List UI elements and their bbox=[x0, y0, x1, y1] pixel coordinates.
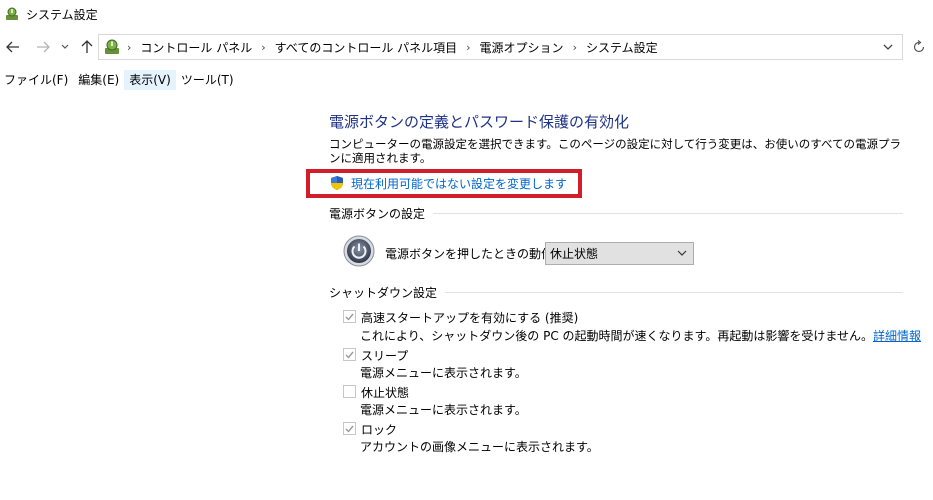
refresh-button[interactable] bbox=[905, 34, 933, 60]
fast-startup-label: 高速スタートアップを有効にする (推奨) bbox=[361, 311, 579, 325]
chevron-down-icon bbox=[676, 246, 688, 260]
recent-locations-button[interactable] bbox=[58, 37, 72, 57]
back-button[interactable] bbox=[4, 37, 22, 57]
arrow-up-icon bbox=[81, 40, 93, 53]
menu-edit[interactable]: 編集(E) bbox=[73, 70, 124, 90]
checkmark-icon bbox=[345, 313, 354, 321]
refresh-icon bbox=[913, 40, 925, 53]
menu-bar: ファイル(F) 編集(E) 表示(V) ツール(T) bbox=[0, 70, 933, 90]
shutdown-section-header: シャットダウン設定 bbox=[329, 284, 903, 300]
power-button-icon bbox=[343, 235, 375, 267]
details-link[interactable]: 詳細情報 bbox=[873, 329, 921, 343]
power-options-icon bbox=[105, 39, 119, 54]
shutdown-section-label: シャットダウン設定 bbox=[329, 285, 438, 300]
window-title: システム設定 bbox=[26, 7, 98, 22]
address-dropdown-button[interactable] bbox=[880, 39, 896, 55]
sleep-checkbox[interactable] bbox=[343, 348, 356, 361]
breadcrumb-system-settings[interactable]: システム設定 bbox=[586, 39, 658, 56]
section-divider bbox=[433, 212, 903, 214]
main-content: 電源ボタンの定義とパスワード保護の有効化 コンピューターの電源設定を選択できます… bbox=[0, 95, 933, 500]
title-bar: システム設定 bbox=[0, 0, 933, 28]
power-button-section-header: 電源ボタンの設定 bbox=[329, 205, 903, 221]
forward-button[interactable] bbox=[34, 37, 52, 57]
lock-label: ロック bbox=[361, 423, 398, 437]
chevron-right-icon[interactable]: › bbox=[573, 41, 577, 54]
power-options-icon bbox=[6, 7, 18, 20]
lock-checkbox[interactable] bbox=[343, 422, 356, 435]
fast-startup-checkbox[interactable] bbox=[343, 310, 356, 323]
hibernate-checkbox[interactable] bbox=[343, 385, 356, 398]
breadcrumb-power-options[interactable]: 電源オプション bbox=[480, 39, 564, 56]
breadcrumb-control-panel[interactable]: コントロール パネル bbox=[140, 39, 252, 56]
chevron-right-icon[interactable]: › bbox=[127, 41, 131, 54]
power-action-label: 電源ボタンを押したときの動作: bbox=[385, 247, 558, 261]
arrow-left-icon bbox=[6, 41, 19, 53]
power-action-select[interactable]: 休止状態 bbox=[545, 242, 694, 265]
checkmark-icon bbox=[345, 351, 354, 359]
sleep-label: スリープ bbox=[361, 349, 409, 363]
fast-startup-description: これにより、シャットダウン後の PC の起動時間が速くなります。再起動は影響を受… bbox=[360, 327, 921, 344]
checkmark-icon bbox=[345, 425, 354, 433]
lock-description: アカウントの画像メニューに表示されます。 bbox=[360, 440, 599, 454]
highlight-box bbox=[306, 169, 582, 198]
chevron-down-icon bbox=[883, 44, 893, 50]
address-row: › コントロール パネル › すべてのコントロール パネル項目 › 電源オプショ… bbox=[0, 33, 933, 61]
page-title: 電源ボタンの定義とパスワード保護の有効化 bbox=[329, 113, 630, 131]
hibernate-description: 電源メニューに表示されます。 bbox=[360, 403, 527, 417]
chevron-right-icon[interactable]: › bbox=[261, 41, 265, 54]
up-button[interactable] bbox=[78, 37, 96, 57]
chevron-down-icon bbox=[61, 44, 69, 49]
sleep-description: 電源メニューに表示されます。 bbox=[360, 366, 527, 380]
menu-tools[interactable]: ツール(T) bbox=[176, 70, 239, 90]
menu-view[interactable]: 表示(V) bbox=[124, 70, 176, 90]
section-divider bbox=[445, 291, 903, 293]
address-bar[interactable]: › コントロール パネル › すべてのコントロール パネル項目 › 電源オプショ… bbox=[98, 34, 903, 60]
fast-startup-desc-text: これにより、シャットダウン後の PC の起動時間が速くなります。再起動は影響を受… bbox=[360, 329, 873, 343]
power-action-value: 休止状態 bbox=[550, 247, 599, 261]
breadcrumb-all-items[interactable]: すべてのコントロール パネル項目 bbox=[275, 39, 458, 56]
page-description: コンピューターの電源設定を選択できます。このページの設定に対して行う変更は、お使… bbox=[329, 137, 902, 165]
power-button-section-label: 電源ボタンの設定 bbox=[329, 206, 426, 221]
arrow-right-icon bbox=[37, 41, 50, 53]
chevron-right-icon[interactable]: › bbox=[466, 41, 470, 54]
menu-file[interactable]: ファイル(F) bbox=[0, 70, 73, 90]
hibernate-label: 休止状態 bbox=[361, 386, 410, 400]
